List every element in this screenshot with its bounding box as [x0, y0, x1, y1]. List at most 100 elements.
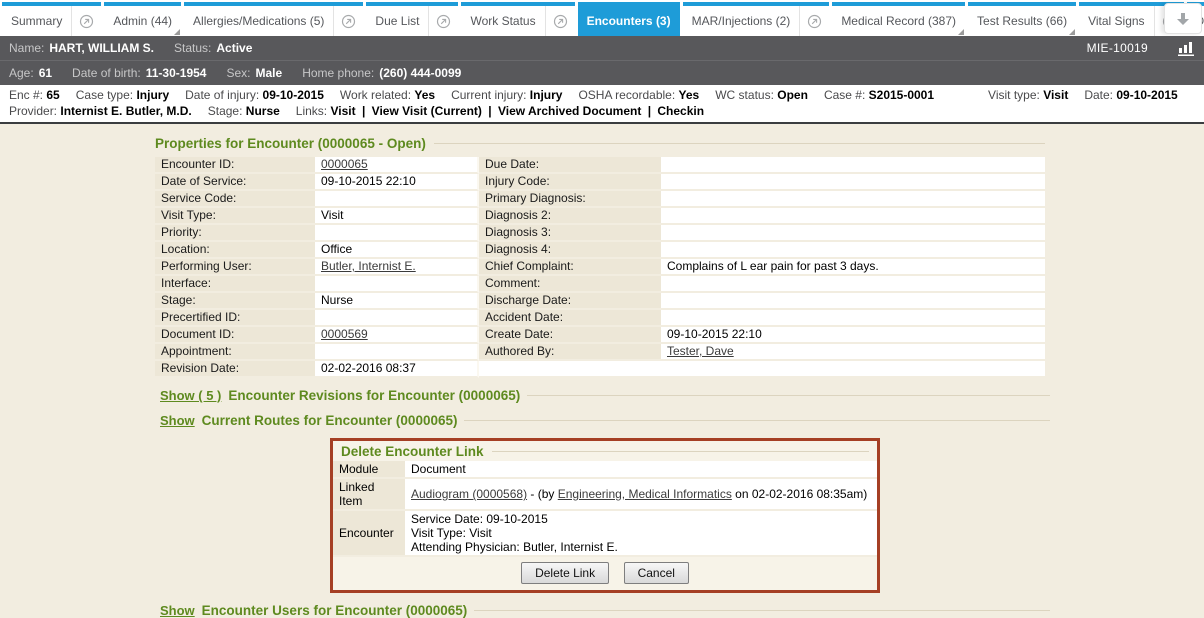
prop-label: Date of Service: [155, 174, 315, 191]
tab-medical-record[interactable]: Medical Record (387) [832, 2, 965, 36]
tab-allergies-medications[interactable]: Allergies/Medications (5) [184, 2, 363, 36]
popout-icon[interactable] [545, 6, 575, 36]
links-label: Links: [296, 104, 327, 118]
prop-value: Tester, Dave [661, 344, 1045, 361]
tab-encounters-active[interactable]: Encounters (3) [578, 2, 680, 36]
encounter-label: Encounter [333, 511, 405, 557]
delete-link-table: Module Document Linked Item Audiogram (0… [333, 461, 877, 557]
prop-value: 09-10-2015 22:10 [661, 327, 1045, 344]
prop-label: Accident Date: [479, 310, 661, 327]
popout-icon[interactable] [71, 6, 101, 36]
more-tabs-button[interactable] [1164, 3, 1202, 34]
show-routes-link[interactable]: Show [160, 413, 195, 428]
prop-value [661, 293, 1045, 310]
status-label: Status: [174, 41, 211, 55]
flowsheet-chart-icon[interactable] [1178, 40, 1195, 56]
table-row: Encounter Service Date: 09-10-2015 Visit… [333, 511, 877, 557]
visit-date: Date: 09-10-2015 [1084, 87, 1177, 103]
prop-value [661, 174, 1045, 191]
prop-value [661, 157, 1045, 174]
popout-icon[interactable] [333, 6, 363, 36]
linked-user-link[interactable]: Engineering, Medical Informatics [558, 487, 732, 501]
dob-label: Date of birth: [72, 66, 141, 80]
tab-admin[interactable]: Admin (44) [104, 2, 181, 36]
prop-value: 02-02-2016 08:37 [315, 361, 479, 378]
delete-box-buttons: Delete Link Cancel [333, 557, 877, 590]
osha-recordable: OSHA recordable: Yes [578, 87, 699, 103]
age: Age: 61 [9, 66, 52, 80]
prop-value [661, 225, 1045, 242]
linked-item-label: Linked Item [333, 479, 405, 511]
popout-icon[interactable] [799, 6, 829, 36]
sex-label: Sex: [226, 66, 250, 80]
popout-icon[interactable] [428, 6, 458, 36]
link-checkin[interactable]: Checkin [657, 104, 704, 118]
delete-link-button[interactable]: Delete Link [521, 562, 609, 584]
demographics-bar: Age: 61 Date of birth: 11-30-1954 Sex: M… [0, 61, 1204, 85]
prop-value: Butler, Internist E. [315, 259, 479, 276]
show-users-link[interactable]: Show [160, 603, 195, 618]
table-row: Visit Type: Visit Diagnosis 2: [155, 208, 1045, 225]
link-view-visit-current[interactable]: View Visit (Current) [372, 104, 482, 118]
document-id-link[interactable]: 0000569 [321, 327, 368, 341]
tab-label: Medical Record (387) [832, 14, 965, 28]
prop-value [661, 310, 1045, 327]
table-row: Service Code: Primary Diagnosis: [155, 191, 1045, 208]
tab-due-list[interactable]: Due List [366, 2, 458, 36]
linked-item-value: Audiogram (0000568) - (by Engineering, M… [405, 479, 877, 511]
encounter-id-link[interactable]: 0000065 [321, 157, 368, 171]
prop-label: Service Code: [155, 191, 315, 208]
link-separator: | [362, 104, 365, 118]
linked-document-link[interactable]: Audiogram (0000568) [411, 487, 527, 501]
authored-by-link[interactable]: Tester, Dave [667, 344, 734, 358]
phone-value: (260) 444-0099 [379, 66, 461, 80]
tab-summary[interactable]: Summary [2, 2, 101, 36]
performing-user-link[interactable]: Butler, Internist E. [321, 259, 416, 273]
encounter-info-bar: Enc #: 65 Case type: Injury Date of inju… [0, 85, 1204, 124]
tab-menu-corner-icon [958, 29, 964, 35]
table-row: Encounter ID: 0000065 Due Date: [155, 157, 1045, 174]
link-view-archived-document[interactable]: View Archived Document [498, 104, 641, 118]
stage: Stage: Nurse [208, 103, 280, 119]
prop-value [315, 344, 479, 361]
prop-value: Visit [315, 208, 479, 225]
module-label: Module [333, 461, 405, 479]
prop-label: Primary Diagnosis: [479, 191, 661, 208]
prop-label: Injury Code: [479, 174, 661, 191]
encounter-attending-physician: Attending Physician: Butler, Internist E… [411, 540, 871, 554]
case-number: Case #: S2015-0001 [824, 87, 934, 103]
tab-label: Test Results (66) [968, 14, 1076, 28]
delete-box-title: Delete Encounter Link [341, 444, 484, 459]
prop-value: Nurse [315, 293, 479, 310]
table-row: Document ID: 0000569 Create Date: 09-10-… [155, 327, 1045, 344]
tab-test-results[interactable]: Test Results (66) [968, 2, 1076, 36]
link-visit[interactable]: Visit [331, 104, 356, 118]
prop-value [661, 208, 1045, 225]
patient-name: Name: HART, WILLIAM S. [9, 41, 154, 55]
prop-label: Encounter ID: [155, 157, 315, 174]
prop-label: Diagnosis 3: [479, 225, 661, 242]
tab-work-status[interactable]: Work Status [461, 2, 574, 36]
provider: Provider: Internist E. Butler, M.D. [9, 103, 192, 119]
age-label: Age: [9, 66, 34, 80]
heading-rule [434, 143, 1045, 144]
table-row: Interface: Comment: [155, 276, 1045, 293]
encounter-details: Service Date: 09-10-2015 Visit Type: Vis… [405, 511, 877, 557]
table-row: Stage: Nurse Discharge Date: [155, 293, 1045, 310]
encounter-properties-table: Encounter ID: 0000065 Due Date: Date of … [155, 157, 1045, 378]
encounter-service-date: Service Date: 09-10-2015 [411, 512, 871, 526]
prop-label: Appointment: [155, 344, 315, 361]
tab-label: MAR/Injections (2) [683, 14, 800, 28]
tab-mar-injections[interactable]: MAR/Injections (2) [683, 2, 830, 36]
prop-value-empty [479, 361, 1045, 378]
main-content: Properties for Encounter (0000065 - Open… [0, 124, 1204, 618]
home-phone: Home phone: (260) 444-0099 [302, 66, 461, 80]
table-row: Module Document [333, 461, 877, 479]
cancel-button[interactable]: Cancel [624, 562, 689, 584]
show-revisions-link[interactable]: Show ( 5 ) [160, 388, 221, 403]
patient-system-id: MIE-10019 [1087, 41, 1148, 55]
table-row: Date of Service: 09-10-2015 22:10 Injury… [155, 174, 1045, 191]
wc-status: WC status: Open [715, 87, 808, 103]
heading-rule [527, 395, 1050, 396]
links-group: Links: Visit | View Visit (Current) | Vi… [296, 103, 704, 119]
